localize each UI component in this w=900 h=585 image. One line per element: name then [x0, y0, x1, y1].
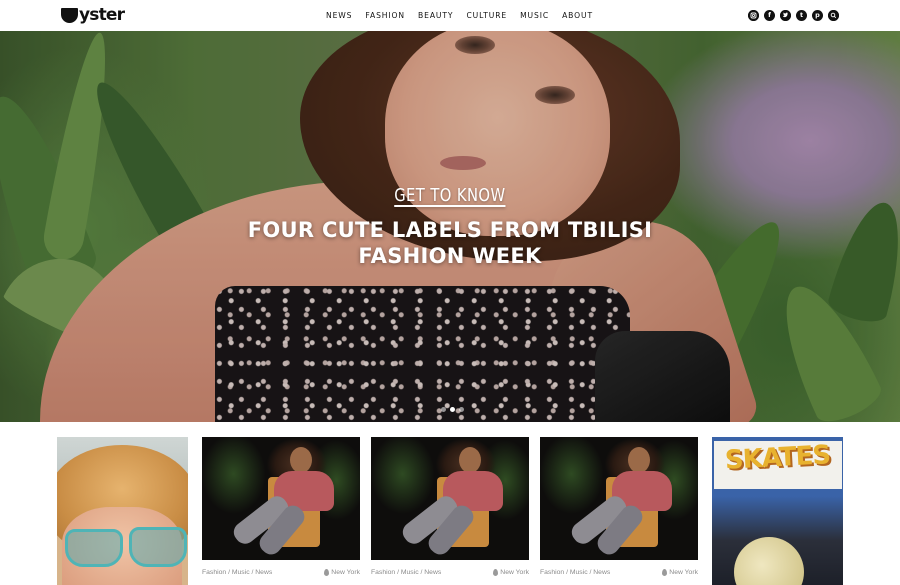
article-category[interactable]: Fashion / Music / News [202, 569, 272, 576]
nav-item-about[interactable]: ABOUT [562, 10, 593, 21]
top-navigation-bar: yster NEWS FASHION BEAUTY CULTURE MUSIC … [0, 0, 900, 31]
article-thumbnail [57, 437, 188, 585]
article-location: New York [331, 569, 360, 576]
location-pin-icon [662, 569, 668, 576]
nav-item-culture[interactable]: CULTURE [466, 10, 507, 21]
article-thumbnail [371, 437, 529, 560]
location-pin-icon [324, 569, 330, 576]
article-location: New York [669, 569, 698, 576]
article-thumbnail [202, 437, 360, 560]
nav-item-news[interactable]: NEWS [326, 10, 352, 21]
tumblr-icon[interactable]: t [796, 10, 807, 21]
logo-text: yster [79, 4, 125, 25]
search-icon[interactable] [828, 10, 839, 21]
social-links: f t p [748, 10, 839, 21]
slider-dots [441, 407, 464, 412]
article-location: New York [500, 569, 529, 576]
facebook-icon[interactable]: f [764, 10, 775, 21]
article-thumbnail [540, 437, 698, 560]
hero-headline[interactable]: FOUR CUTE LABELS FROM TBILISI FASHION WE… [230, 217, 670, 269]
slider-dot[interactable] [441, 407, 446, 412]
instagram-icon[interactable] [748, 10, 759, 21]
oyster-logo[interactable]: yster [61, 4, 125, 25]
nav-item-fashion[interactable]: FASHION [365, 10, 405, 21]
article-category[interactable]: Fashion / Music / News [540, 569, 610, 576]
slider-dot-active[interactable] [450, 407, 455, 412]
hero-slider[interactable]: GET TO KNOW FOUR CUTE LABELS FROM TBILIS… [0, 31, 900, 422]
article-thumbnail: SKATES [712, 437, 843, 585]
hero-kicker-link[interactable]: GET TO KNOW [394, 185, 505, 206]
article-carousel: Fashion / Music / News New York Fashion … [0, 437, 900, 585]
slider-dot[interactable] [459, 407, 464, 412]
twitter-icon[interactable] [780, 10, 791, 21]
main-nav: NEWS FASHION BEAUTY CULTURE MUSIC ABOUT [326, 10, 593, 21]
logo-mark-icon [61, 7, 78, 23]
nav-item-beauty[interactable]: BEAUTY [418, 10, 453, 21]
pinterest-icon[interactable]: p [812, 10, 823, 21]
location-pin-icon [493, 569, 499, 576]
nav-item-music[interactable]: MUSIC [520, 10, 549, 21]
article-category[interactable]: Fashion / Music / News [371, 569, 441, 576]
